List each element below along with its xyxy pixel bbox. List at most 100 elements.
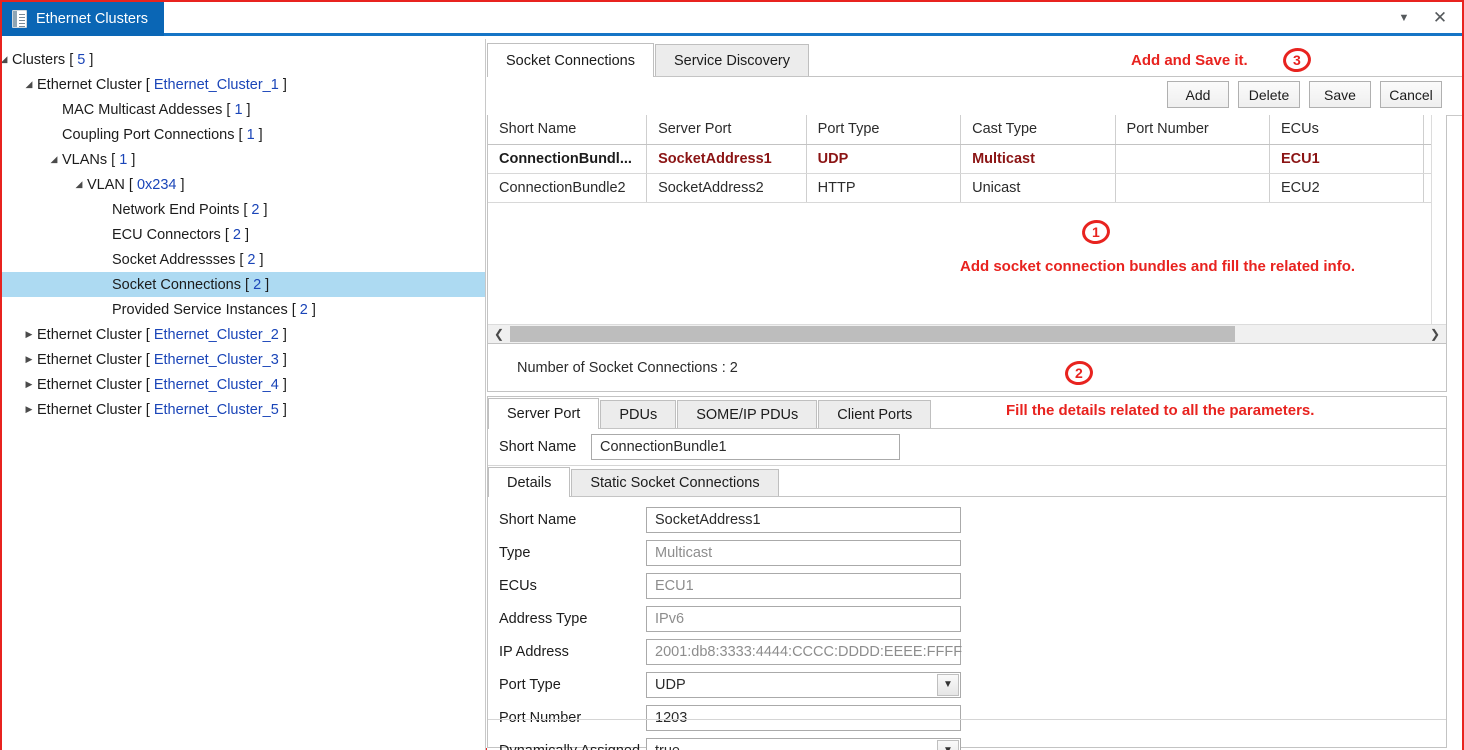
input-address-type[interactable]: IPv6 [646,605,961,632]
grid-vertical-scrollbar[interactable] [1431,115,1446,343]
tab-label: Server Port [507,406,581,422]
twisty-expanded-icon[interactable]: ◢ [21,72,37,97]
column-header[interactable]: Cast Type [960,115,1116,145]
field-value: Multicast [655,544,713,561]
tab-socket-connections[interactable]: Socket Connections [487,43,654,77]
title-bar: Ethernet Clusters ▼ ✕ [2,2,1462,36]
tree-item-label: VLAN [ 0x234 ] [87,176,185,193]
chevron-down-icon[interactable]: ▼ [937,673,959,696]
table-cell[interactable]: ECU2 [1269,173,1425,203]
add-button[interactable]: Add [1167,81,1229,108]
column-header[interactable]: ECUs [1269,115,1425,145]
tree-item-ethernet-cluster[interactable]: ▶ Ethernet Cluster [ Ethernet_Cluster_2 ] [2,322,485,347]
table-cell[interactable]: SocketAddress2 [646,173,807,203]
hscroll-thumb[interactable] [510,326,1235,342]
twisty-expanded-icon[interactable]: ◢ [2,47,12,72]
tree-item-vlans[interactable]: ◢ VLANs [ 1 ] [2,147,485,172]
cluster-tree-panel[interactable]: ◢Clusters [ 5 ]◢Ethernet Cluster [ Ether… [2,39,486,750]
table-cell[interactable] [1115,173,1270,203]
tree-item-ethernet-cluster[interactable]: ▶ Ethernet Cluster [ Ethernet_Cluster_3 ] [2,347,485,372]
form-row: ECUs ECU1 [488,569,1446,602]
column-header[interactable]: Port Type [806,115,962,145]
tree-item-label: Clusters [ 5 ] [12,51,94,68]
main-content-panel: Socket Connections Service Discovery Add… [487,39,1462,750]
table-cell[interactable]: HTTP [806,173,962,203]
tree-item-mac-multicast-addesses[interactable]: MAC Multicast Addesses [ 1 ] [2,97,485,122]
input-type[interactable]: Multicast [646,539,961,566]
cancel-button-label: Cancel [1389,86,1433,103]
main-tabstrip: Socket Connections Service Discovery [487,39,1462,77]
tree-item-provided-service-instances[interactable]: Provided Service Instances [ 2 ] [2,297,485,322]
tab-pdus[interactable]: PDUs [600,400,677,428]
subtab-details[interactable]: Details [488,467,571,497]
window-tab-ethernet-clusters[interactable]: Ethernet Clusters [2,2,165,36]
tree-item-socket-connections[interactable]: Socket Connections [ 2 ] [2,272,485,297]
socket-connection-count-label: Number of Socket Connections : 2 [517,359,738,376]
tree-item-label: Network End Points [ 2 ] [112,201,268,218]
twisty-collapsed-icon[interactable]: ▶ [21,347,37,372]
table-cell[interactable]: ECU1 [1269,144,1425,174]
field-value: SocketAddress1 [655,511,761,528]
annotation-number: 3 [1293,52,1301,69]
socket-connections-grid[interactable]: Short Name Server Port Port Type Cast Type P… [487,115,1447,344]
cancel-button[interactable]: Cancel [1380,81,1442,108]
table-cell[interactable]: Multicast [960,144,1116,174]
twisty-collapsed-icon[interactable]: ▶ [21,322,37,347]
column-header[interactable]: Server Port [646,115,807,145]
tree-item-ethernet-cluster[interactable]: ◢ Ethernet Cluster [ Ethernet_Cluster_1 ] [2,72,485,97]
annotation-number: 2 [1075,365,1083,382]
tree-item-ethernet-cluster[interactable]: ▶ Ethernet Cluster [ Ethernet_Cluster_5 ] [2,397,485,422]
detail-short-name-row: Short Name ConnectionBundle1 [488,429,1446,466]
tree-item-network-end-points[interactable]: Network End Points [ 2 ] [2,197,485,222]
tree-item-ethernet-cluster[interactable]: ▶ Ethernet Cluster [ Ethernet_Cluster_4 ] [2,372,485,397]
tree-item-label: Socket Connections [ 2 ] [112,276,270,293]
table-header-row: Short Name Server Port Port Type Cast Type P… [488,115,1446,145]
save-button[interactable]: Save [1309,81,1371,108]
tab-some-ip-pdus[interactable]: SOME/IP PDUs [677,400,818,428]
grid-horizontal-scrollbar[interactable]: ❮ ❯ [488,324,1446,343]
tab-socket-connections-label: Socket Connections [506,52,635,69]
chevron-left-icon[interactable]: ❮ [490,325,508,343]
tree-item-clusters[interactable]: ◢Clusters [ 5 ] [2,47,485,72]
column-header[interactable]: Port Number [1115,115,1270,145]
input-ecus[interactable]: ECU1 [646,572,961,599]
tree-item-coupling-port-connections[interactable]: Coupling Port Connections [ 1 ] [2,122,485,147]
twisty-expanded-icon[interactable]: ◢ [71,172,87,197]
annotation-number: 1 [1092,224,1100,241]
table-cell[interactable]: ConnectionBundl... [488,144,648,174]
tab-client-ports[interactable]: Client Ports [818,400,932,428]
tab-service-discovery[interactable]: Service Discovery [654,44,809,76]
input-ip-address[interactable]: 2001:db8:3333:4444:CCCC:DDDD:EEEE:FFFF [646,638,962,665]
application-window: Ethernet Clusters ▼ ✕ ◢Clusters [ 5 ]◢Et… [0,0,1464,750]
twisty-collapsed-icon[interactable]: ▶ [21,372,37,397]
field-value: ECU1 [655,577,694,594]
table-cell[interactable]: ConnectionBundle2 [488,173,648,203]
form-row: Address Type IPv6 [488,602,1446,635]
table-cell[interactable]: SocketAddress1 [646,144,807,174]
form-row: Port Type UDP ▼ [488,668,1446,701]
delete-button[interactable]: Delete [1238,81,1300,108]
twisty-collapsed-icon[interactable]: ▶ [21,397,37,422]
tree-item-socket-addressses[interactable]: Socket Addressses [ 2 ] [2,247,485,272]
input-short-name[interactable]: SocketAddress1 [646,506,961,533]
table-cell[interactable] [1115,144,1270,174]
table-cell[interactable]: Unicast [960,173,1116,203]
column-header[interactable]: Short Name [488,115,648,145]
table-row[interactable]: ConnectionBundle2 SocketAddress2 HTTP Unica… [488,173,1446,203]
twisty-expanded-icon[interactable]: ◢ [46,147,62,172]
chevron-down-icon[interactable]: ▼ [1390,2,1418,33]
tree-item-label: Socket Addressses [ 2 ] [112,251,264,268]
subtab-static-socket-connections[interactable]: Static Socket Connections [571,469,779,496]
table-row[interactable]: ConnectionBundl... SocketAddress1 UDP Multi… [488,144,1446,174]
chevron-right-icon[interactable]: ❯ [1426,325,1444,343]
tree-item-vlan[interactable]: ◢ VLAN [ 0x234 ] [2,172,485,197]
tab-server-port[interactable]: Server Port [488,398,600,429]
window-title-label: Ethernet Clusters [36,11,149,27]
table-cell[interactable]: UDP [806,144,962,174]
select-port-type[interactable]: UDP ▼ [646,671,961,698]
close-icon[interactable]: ✕ [1426,2,1454,33]
annotation-text-2: Fill the details related to all the para… [1006,402,1315,419]
detail-short-name-input[interactable]: ConnectionBundle1 [591,434,900,460]
tree-item-ecu-connectors[interactable]: ECU Connectors [ 2 ] [2,222,485,247]
form-row: IP Address 2001:db8:3333:4444:CCCC:DDDD:E… [488,635,1446,668]
